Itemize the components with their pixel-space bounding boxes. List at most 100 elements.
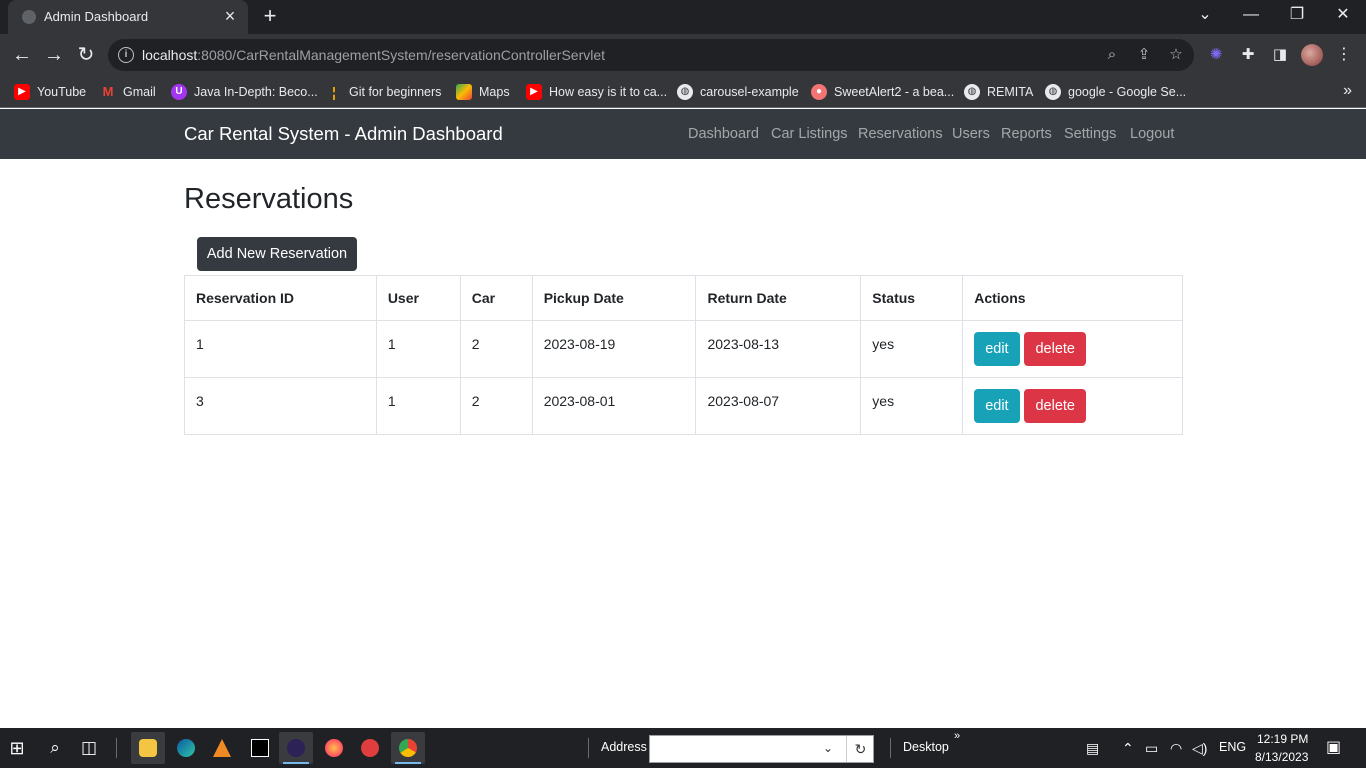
column-header-status: Status	[860, 275, 964, 321]
search-icon[interactable]: ⌕	[40, 733, 70, 763]
extensions-puzzle-icon[interactable]: ✚	[1238, 45, 1258, 65]
bookmark-remita[interactable]: ◍ REMITA	[964, 82, 1033, 102]
bookmark-google[interactable]: ◍ google - Google Se...	[1045, 82, 1186, 102]
browser-tab-strip: Admin Dashboard × + ⌄ — ❐ ✕	[0, 0, 1366, 34]
bookmark-git[interactable]: ¦ Git for beginners	[326, 82, 441, 102]
tab-search-chevron-icon[interactable]: ⌄	[1182, 0, 1228, 34]
volume-icon[interactable]: ◁)	[1192, 738, 1207, 758]
restore-button[interactable]: ❐	[1274, 0, 1320, 34]
globe-icon: ◍	[1045, 84, 1061, 100]
column-header-return-date: Return Date	[695, 275, 862, 321]
bookmarks-overflow-icon[interactable]: »	[1343, 82, 1352, 100]
youtube-icon: ▶	[526, 84, 542, 100]
windows-start-icon[interactable]: ⊞	[2, 733, 32, 763]
cell-car: 2	[459, 320, 533, 378]
dbeaver-icon[interactable]	[353, 732, 387, 764]
news-widget-icon[interactable]: ▤	[1086, 738, 1099, 758]
column-header-actions: Actions	[962, 275, 1183, 321]
column-header-pickup-date: Pickup Date	[531, 275, 697, 321]
delete-button[interactable]: delete	[1024, 389, 1086, 423]
edge-icon[interactable]	[169, 732, 203, 764]
reload-button[interactable]: ↻	[72, 41, 100, 69]
tab-favicon-icon	[22, 10, 36, 24]
new-tab-button[interactable]: +	[258, 4, 282, 28]
share-icon[interactable]: ⇪	[1134, 45, 1154, 65]
firefox-icon[interactable]	[317, 732, 351, 764]
address-toolbar-label: Address	[601, 740, 647, 754]
menu-kebab-icon[interactable]: ⋮	[1336, 45, 1352, 65]
cell-reservation-id: 1	[184, 320, 377, 378]
table-header-row: Reservation ID User Car Pickup Date Retu…	[184, 275, 1183, 321]
cell-return-date: 2023-08-13	[695, 320, 862, 378]
nav-link-logout[interactable]: Logout	[1130, 126, 1174, 142]
edit-button[interactable]: edit	[974, 389, 1020, 423]
bookmark-sweetalert[interactable]: ● SweetAlert2 - a bea...	[811, 82, 954, 102]
sweetalert-icon: ●	[811, 84, 827, 100]
network-icon[interactable]: ◠	[1170, 738, 1182, 758]
chevron-down-icon[interactable]: ⌄	[823, 741, 833, 755]
nav-link-reports[interactable]: Reports	[1001, 126, 1052, 142]
minimize-button[interactable]: —	[1228, 0, 1274, 34]
bookmark-star-icon[interactable]: ☆	[1166, 45, 1186, 65]
bookmarks-bar: ▶ YouTube M Gmail U Java In-Depth: Beco... …	[0, 76, 1366, 108]
refresh-icon[interactable]: ↻	[846, 736, 874, 762]
tab-close-icon[interactable]: ×	[220, 6, 240, 26]
task-view-icon[interactable]: ◫	[74, 733, 104, 763]
bookmark-gmail[interactable]: M Gmail	[100, 82, 156, 102]
bookmark-java[interactable]: U Java In-Depth: Beco...	[171, 82, 318, 102]
add-reservation-button[interactable]: Add New Reservation	[197, 237, 357, 271]
eclipse-icon[interactable]	[279, 732, 313, 764]
window-close-button[interactable]: ✕	[1320, 0, 1366, 34]
nav-link-reservations[interactable]: Reservations	[858, 126, 943, 142]
globe-icon: ◍	[677, 84, 693, 100]
taskbar-address-input[interactable]: ⌄ ↻	[649, 735, 874, 763]
battery-icon[interactable]: ▭	[1145, 738, 1158, 758]
edit-button[interactable]: edit	[974, 332, 1020, 366]
maps-icon	[456, 84, 472, 100]
page-title: Reservations	[184, 183, 354, 215]
desktop-toolbar-label[interactable]: Desktop	[903, 740, 949, 754]
cell-actions: edit delete	[962, 320, 1183, 378]
site-info-icon[interactable]: i	[118, 47, 134, 63]
gmail-icon: M	[102, 84, 114, 99]
side-panel-icon[interactable]: ◨	[1270, 45, 1290, 65]
bookmark-icon: ¦	[332, 84, 336, 100]
nav-link-car-listings[interactable]: Car Listings	[771, 126, 848, 142]
clock-time[interactable]: 12:19 PM	[1257, 732, 1308, 746]
desktop-overflow-icon[interactable]: »	[954, 730, 960, 742]
language-indicator[interactable]: ENG	[1219, 740, 1246, 754]
bookmark-carousel[interactable]: ◍ carousel-example	[677, 82, 799, 102]
profile-avatar[interactable]	[1301, 44, 1323, 66]
tab-title: Admin Dashboard	[44, 9, 149, 24]
bookmark-maps[interactable]: Maps	[456, 82, 510, 102]
back-button[interactable]: ←	[8, 41, 36, 69]
cell-reservation-id: 3	[184, 377, 377, 435]
taskbar-divider	[588, 738, 589, 758]
column-header-car: Car	[459, 275, 533, 321]
bookmark-how-easy[interactable]: ▶ How easy is it to ca...	[526, 82, 667, 102]
vlc-icon[interactable]	[205, 732, 239, 764]
nav-link-users[interactable]: Users	[952, 126, 990, 142]
cell-pickup-date: 2023-08-01	[531, 377, 697, 435]
address-bar[interactable]: i localhost:8080/CarRentalManagementSyst…	[108, 39, 1194, 71]
clock-date[interactable]: 8/13/2023	[1255, 750, 1308, 764]
zoom-icon[interactable]: ⌕	[1102, 45, 1122, 65]
delete-button[interactable]: delete	[1024, 332, 1086, 366]
forward-button[interactable]: →	[40, 41, 68, 69]
url-text[interactable]: localhost:8080/CarRentalManagementSystem…	[142, 47, 605, 63]
nav-link-dashboard[interactable]: Dashboard	[688, 126, 759, 142]
extension-gear-icon[interactable]: ✺	[1206, 45, 1226, 65]
navbar-brand[interactable]: Car Rental System - Admin Dashboard	[184, 123, 503, 145]
cell-user: 1	[375, 320, 461, 378]
show-hidden-icons-chevron-icon[interactable]: ⌃	[1122, 738, 1134, 758]
file-explorer-icon[interactable]	[131, 732, 165, 764]
cell-status: yes	[860, 377, 964, 435]
intellij-icon[interactable]	[243, 732, 277, 764]
youtube-icon: ▶	[14, 84, 30, 100]
notifications-icon[interactable]: ▣	[1326, 738, 1341, 758]
chrome-icon[interactable]	[391, 732, 425, 764]
nav-link-settings[interactable]: Settings	[1064, 126, 1116, 142]
bookmark-youtube[interactable]: ▶ YouTube	[14, 82, 86, 102]
browser-tab[interactable]: Admin Dashboard ×	[8, 0, 248, 34]
udemy-icon: U	[171, 84, 187, 100]
